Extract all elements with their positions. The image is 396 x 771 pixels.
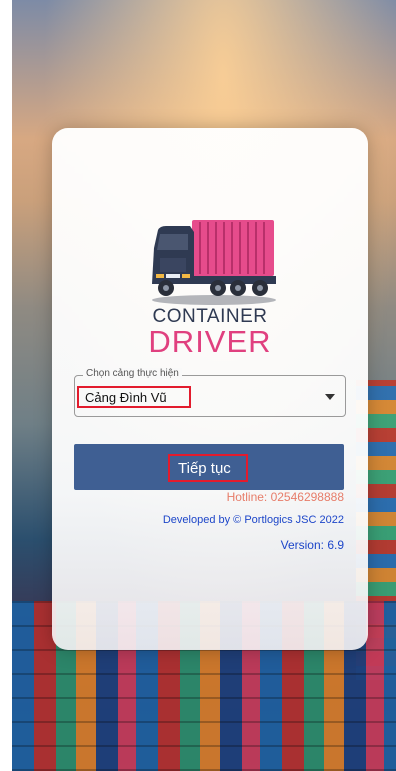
continue-label-highlight: Tiếp tục — [168, 454, 248, 482]
brand-title-driver: DRIVER — [148, 324, 272, 359]
port-select-value-highlight: Cảng Đình Vũ — [77, 386, 191, 408]
login-card: CONTAINER DRIVER Chọn cảng thực hiện Cản… — [52, 128, 368, 650]
port-select-label: Chọn cảng thực hiện — [83, 368, 182, 379]
chevron-down-icon[interactable] — [325, 394, 335, 400]
left-strip — [0, 0, 12, 771]
truck-logo-icon — [152, 220, 276, 305]
continue-button-label: Tiếp tục — [178, 460, 231, 477]
app-version: Version: 6.9 — [280, 538, 344, 552]
port-select-value: Cảng Đình Vũ — [85, 390, 167, 405]
port-select[interactable]: Chọn cảng thực hiện Cảng Đình Vũ — [74, 368, 346, 417]
developer-credit: Developed by © Portlogics JSC 2022 — [162, 514, 344, 526]
hotline-text: Hotline: 02546298888 — [226, 490, 344, 504]
continue-button[interactable]: Tiếp tục — [74, 444, 344, 490]
